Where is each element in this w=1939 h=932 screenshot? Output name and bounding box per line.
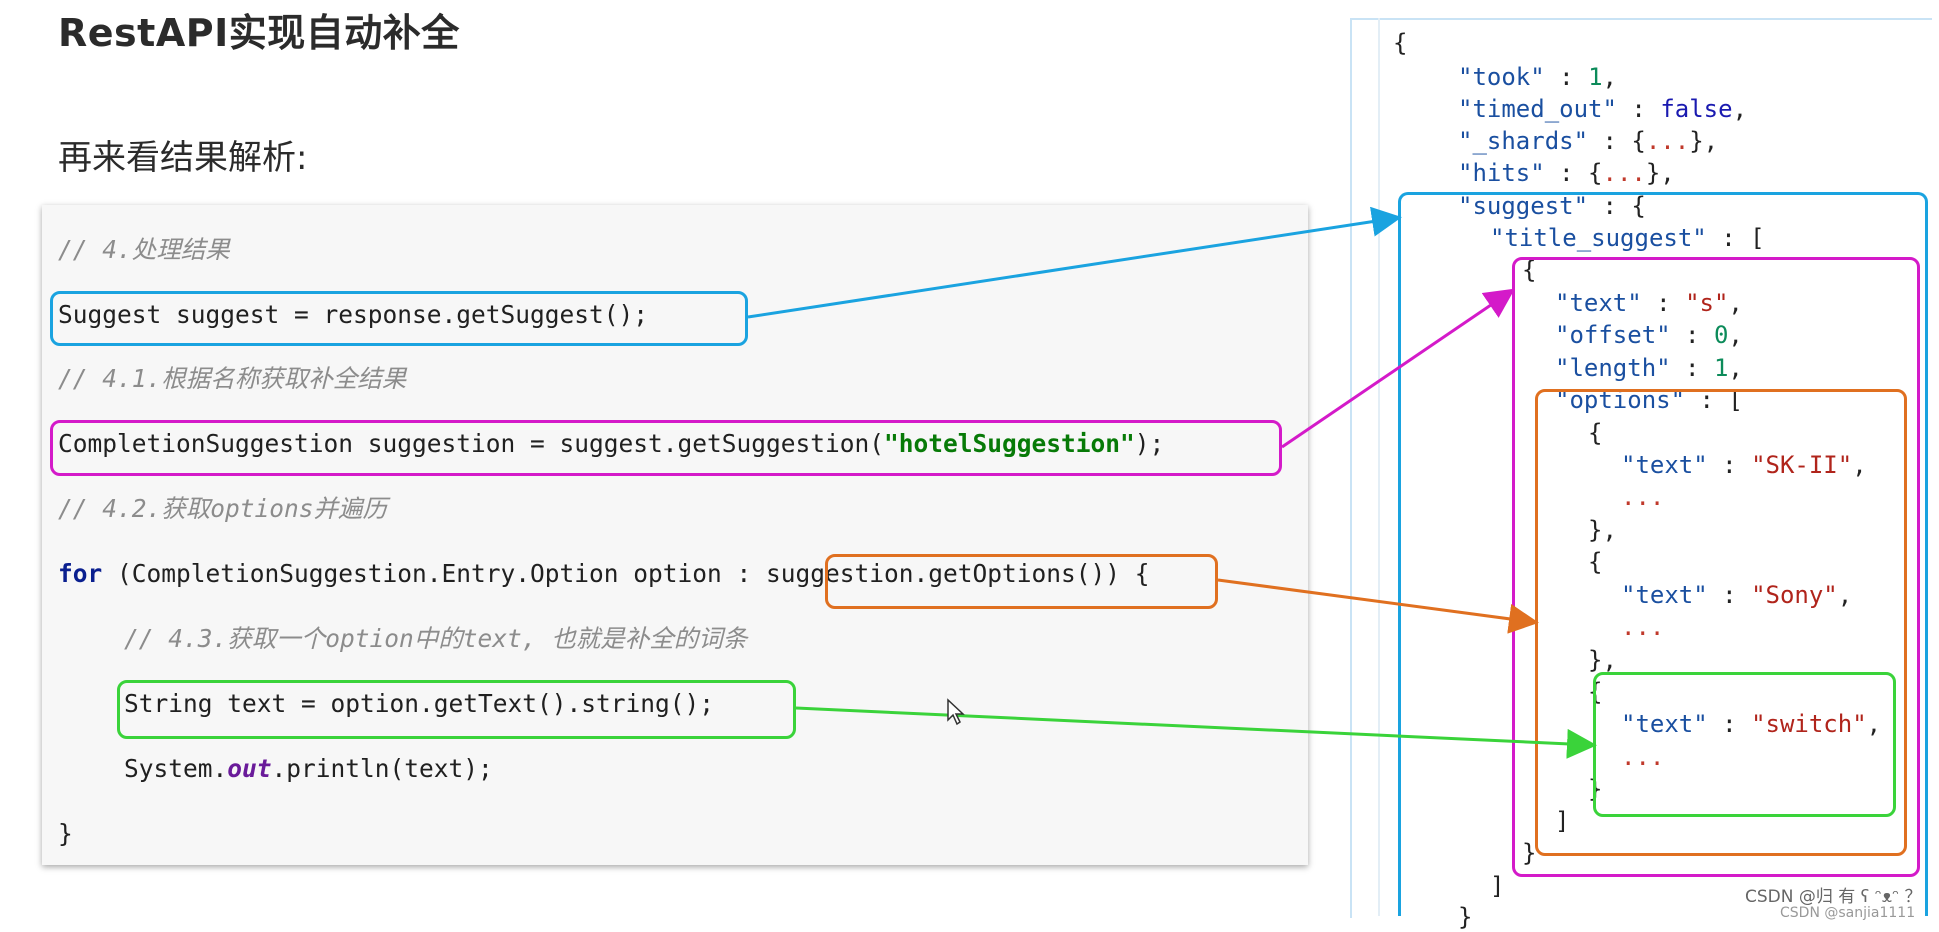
watermark-subtext: CSDN @sanjia1111 xyxy=(1780,905,1916,921)
watermark-text: CSDN @归 有 ʕ ᵔᴥᵔ ？ xyxy=(1745,887,1922,907)
arrow-suggest xyxy=(747,206,1402,319)
mouse-cursor-icon xyxy=(947,698,965,726)
arrow-text xyxy=(795,706,1597,759)
arrow-options xyxy=(1217,578,1539,634)
arrow-suggestion xyxy=(1281,288,1515,449)
connector-arrows xyxy=(747,206,1597,759)
